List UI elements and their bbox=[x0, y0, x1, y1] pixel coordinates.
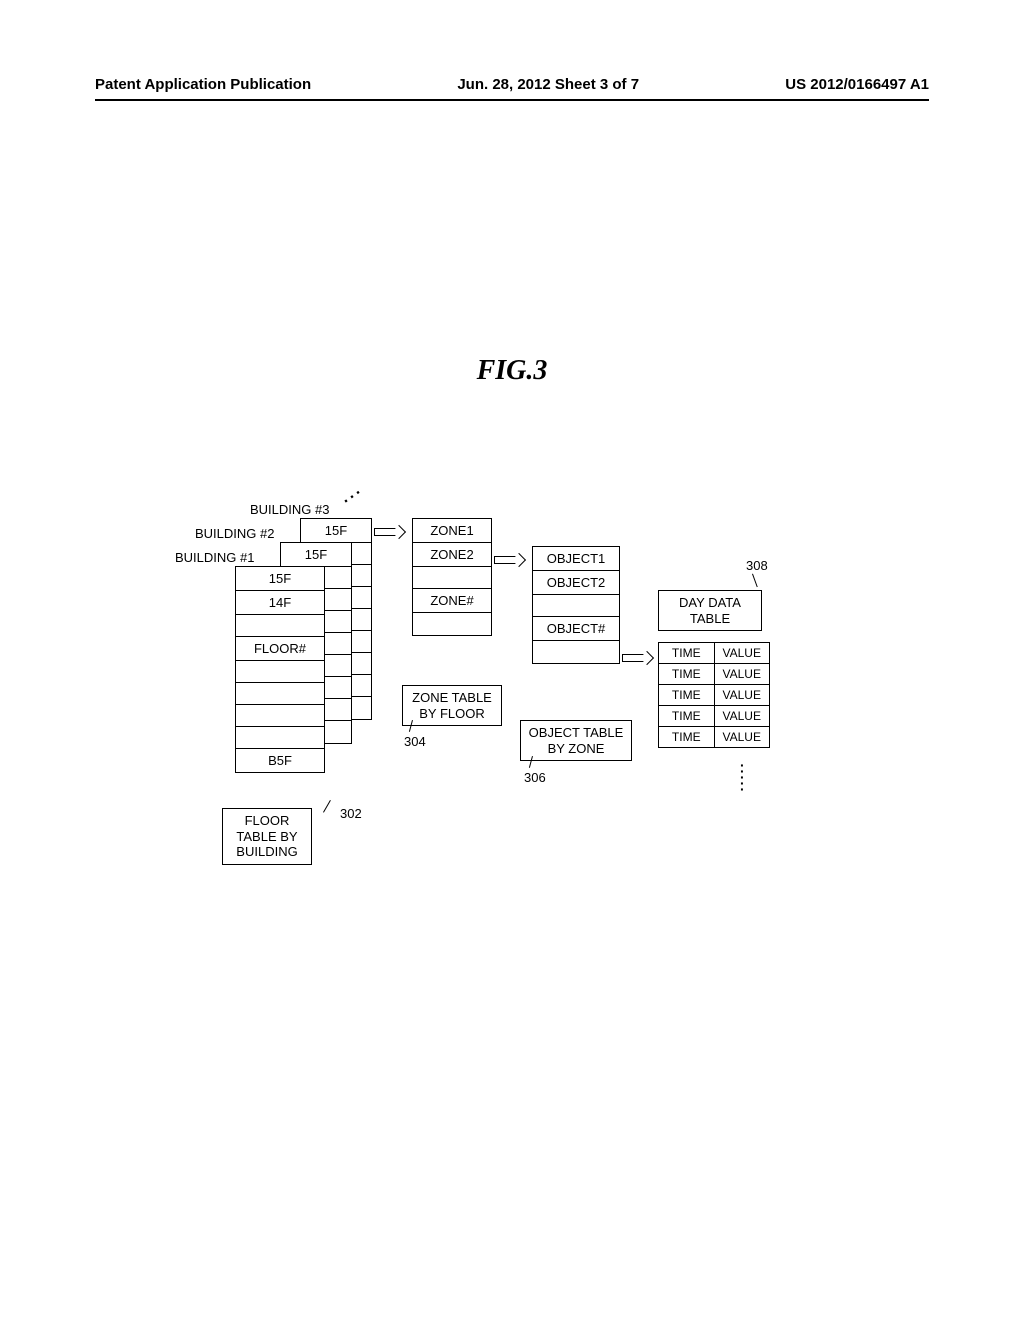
object-table-caption: OBJECT TABLE BY ZONE bbox=[520, 720, 632, 761]
table-cell: TIME bbox=[659, 727, 715, 747]
day-data-table: TIME VALUE TIME VALUE TIME VALUE TIME VA… bbox=[658, 642, 770, 748]
ref-308: 308 bbox=[746, 558, 768, 573]
table-row: TIME VALUE bbox=[659, 664, 769, 685]
table-row: TIME VALUE bbox=[659, 643, 769, 664]
table-cell: VALUE bbox=[715, 685, 770, 705]
label-building-2: BUILDING #2 bbox=[195, 526, 274, 541]
table-row: B5F bbox=[236, 749, 324, 772]
table-cell: VALUE bbox=[715, 706, 770, 726]
table-row: FLOOR# bbox=[236, 637, 324, 661]
header-right: US 2012/0166497 A1 bbox=[785, 76, 929, 93]
table-row: ZONE2 bbox=[413, 543, 491, 567]
ellipsis-vertical-icon: ····· bbox=[740, 762, 745, 792]
table-cell: TIME bbox=[659, 643, 715, 663]
zone-table-caption: ZONE TABLE BY FLOOR bbox=[402, 685, 502, 726]
table-row bbox=[236, 705, 324, 727]
table-row: TIME VALUE bbox=[659, 685, 769, 706]
leader-line bbox=[323, 800, 331, 813]
table-cell: VALUE bbox=[715, 727, 770, 747]
diagram: BUILDING #1 BUILDING #2 BUILDING #3 ··· … bbox=[180, 490, 860, 910]
ref-302: 302 bbox=[340, 806, 362, 821]
object-table: OBJECT1 OBJECT2 OBJECT# bbox=[532, 546, 620, 664]
table-cell: VALUE bbox=[715, 664, 770, 684]
table-row bbox=[236, 727, 324, 749]
table-cell: TIME bbox=[659, 685, 715, 705]
leader-line bbox=[752, 574, 758, 588]
ellipsis-diagonal-icon: ··· bbox=[340, 483, 368, 510]
figure-title: FIG.3 bbox=[0, 355, 1024, 387]
table-row: TIME VALUE bbox=[659, 727, 769, 747]
header-left: Patent Application Publication bbox=[95, 76, 311, 93]
table-row: 14F bbox=[236, 591, 324, 615]
table-row: 15F bbox=[236, 567, 324, 591]
table-row bbox=[236, 661, 324, 683]
table-cell: VALUE bbox=[715, 643, 770, 663]
floor-table-caption: FLOOR TABLE BY BUILDING bbox=[222, 808, 312, 865]
table-row bbox=[236, 615, 324, 637]
table-row bbox=[413, 613, 491, 635]
table-row: ZONE1 bbox=[413, 519, 491, 543]
table-row: 15F bbox=[301, 519, 371, 543]
page-header: Patent Application Publication Jun. 28, … bbox=[0, 76, 1024, 101]
table-row: OBJECT2 bbox=[533, 571, 619, 595]
table-row: OBJECT# bbox=[533, 617, 619, 641]
table-row bbox=[533, 595, 619, 617]
label-building-1: BUILDING #1 bbox=[175, 550, 254, 565]
ref-306: 306 bbox=[524, 770, 546, 785]
table-row: TIME VALUE bbox=[659, 706, 769, 727]
table-row bbox=[533, 641, 619, 663]
zone-table: ZONE1 ZONE2 ZONE# bbox=[412, 518, 492, 636]
label-building-3: BUILDING #3 bbox=[250, 502, 329, 517]
header-center: Jun. 28, 2012 Sheet 3 of 7 bbox=[457, 76, 639, 93]
header-rule bbox=[95, 99, 929, 101]
floor-table: 15F 14F FLOOR# B5F bbox=[235, 566, 325, 773]
table-row bbox=[413, 567, 491, 589]
ref-304: 304 bbox=[404, 734, 426, 749]
table-row: 15F bbox=[281, 543, 351, 567]
table-row: OBJECT1 bbox=[533, 547, 619, 571]
table-row bbox=[236, 683, 324, 705]
table-row: ZONE# bbox=[413, 589, 491, 613]
day-table-caption: DAY DATA TABLE bbox=[658, 590, 762, 631]
table-cell: TIME bbox=[659, 664, 715, 684]
table-cell: TIME bbox=[659, 706, 715, 726]
